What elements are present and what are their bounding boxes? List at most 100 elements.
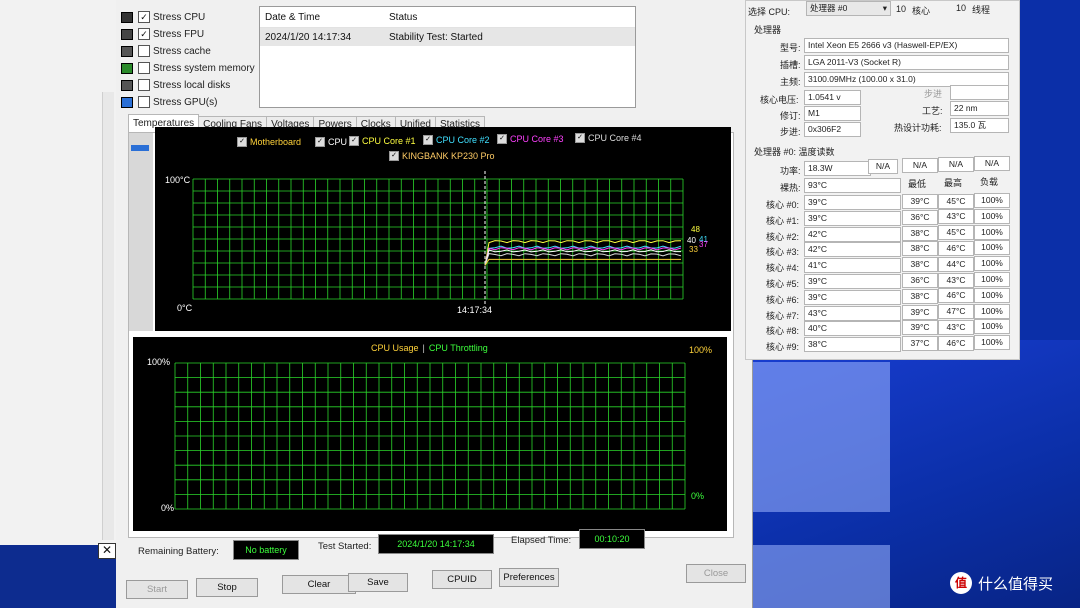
usage-y-bottom-left: 0% — [161, 503, 175, 513]
stress-checkbox[interactable] — [138, 79, 150, 91]
core-temp: 40°C — [804, 321, 901, 337]
start-button[interactable]: Start — [126, 580, 188, 599]
cpu-select-dropdown[interactable]: 处理器 #0 ▾ — [806, 1, 891, 16]
test-started-value: 2024/1/20 14:17:34 — [378, 534, 494, 554]
core-temp: 42°C — [804, 226, 901, 242]
preferences-button[interactable]: Preferences — [499, 568, 559, 587]
power-na-2: N/A — [902, 158, 938, 173]
core-max-temp: 47°C — [938, 304, 974, 320]
stability-test-window: ✓ Stress CPU ✓ Stress FPU Stress cache Stress… — [116, 0, 753, 608]
core-min-temp: 39°C — [902, 304, 938, 320]
core-min-temp: 39°C — [902, 320, 938, 336]
package-label: 裸热: — [780, 183, 801, 193]
stress-checkbox[interactable] — [138, 45, 150, 57]
elapsed-label: Elapsed Time: — [511, 535, 572, 546]
close-button[interactable]: Close — [686, 564, 746, 583]
stress-option-label: Stress GPU(s) — [153, 96, 218, 108]
clock-label: 主频: — [780, 77, 801, 87]
core-label: 核心 #2: — [766, 231, 800, 242]
threads-count: 10 — [956, 3, 967, 13]
save-button[interactable]: Save — [348, 573, 408, 592]
cache-icon — [120, 45, 133, 58]
package-value: 93°C — [804, 178, 901, 193]
core-load: 100% — [974, 319, 1010, 335]
usage-y-bottom-right: 0% — [691, 491, 705, 501]
core-max-temp: 43°C — [938, 209, 974, 225]
temp-end-label: 37 — [699, 240, 708, 249]
usage-y-top-left: 100% — [147, 357, 171, 367]
stress-checkbox[interactable]: ✓ — [138, 11, 150, 23]
stepping-empty — [950, 85, 1009, 100]
processor-section-title: 处理器 — [754, 25, 782, 35]
site-watermark: 值 什么值得买 — [950, 572, 1053, 594]
temp-end-label: 40 — [687, 236, 696, 245]
core-max-temp: 46°C — [938, 288, 974, 304]
background-window — [0, 0, 116, 545]
model-value: Intel Xeon E5 2666 v3 (Haswell-EP/EX) — [804, 38, 1009, 53]
core-max-temp: 44°C — [938, 256, 974, 272]
core-load: 100% — [974, 303, 1010, 319]
log-col-date[interactable]: Date & Time — [260, 12, 389, 23]
core-label: 核心 #1: — [766, 215, 800, 226]
stress-option[interactable]: Stress local disks — [120, 77, 230, 93]
core-min-temp: 38°C — [902, 225, 938, 241]
temps-section-title: 处理器 #0: 温度读数 — [754, 147, 835, 157]
stress-options: ✓ Stress CPU ✓ Stress FPU Stress cache Stress… — [120, 9, 260, 109]
clear-button[interactable]: Clear — [282, 575, 356, 594]
core-max-temp: 46°C — [938, 335, 974, 351]
stress-checkbox[interactable] — [138, 96, 150, 108]
power-na-1: N/A — [868, 159, 898, 174]
stop-button[interactable]: Stop — [196, 578, 258, 597]
core-load: 100% — [974, 256, 1010, 272]
tab-panel: ✓ Motherboard ✓ CPU ✓ CPU Core #1 ✓ CPU Core #2… — [128, 127, 734, 538]
log-col-status[interactable]: Status — [389, 12, 417, 23]
memory-icon — [120, 62, 133, 75]
core-max-temp: 43°C — [938, 272, 974, 288]
socket-label: 插槽: — [780, 60, 801, 70]
core-temp: 39°C — [804, 195, 901, 210]
core-load: 100% — [974, 272, 1010, 287]
close-icon[interactable]: ✕ — [98, 543, 116, 559]
stress-option-label: Stress cache — [153, 45, 211, 57]
core-min-temp: 38°C — [902, 257, 938, 273]
core-label: 核心 #7: — [766, 310, 800, 321]
stress-checkbox[interactable] — [138, 62, 150, 74]
core-min-temp: 37°C — [902, 336, 938, 352]
col-load: 负载 — [980, 177, 999, 187]
fpu-icon — [120, 28, 133, 41]
stress-option[interactable]: Stress cache — [120, 43, 211, 59]
log-row-date: 2024/1/20 14:17:34 — [265, 31, 352, 43]
core-load: 100% — [974, 240, 1010, 256]
gpu-icon — [120, 96, 133, 109]
core-min-temp: 36°C — [902, 209, 938, 225]
core-load: 100% — [974, 193, 1010, 208]
core-max-temp: 45°C — [938, 193, 974, 209]
temperature-chart: ✓ Motherboard ✓ CPU ✓ CPU Core #1 ✓ CPU Core #2… — [155, 127, 731, 331]
stress-option[interactable]: Stress system memory — [120, 60, 255, 76]
stress-option[interactable]: ✓ Stress FPU — [120, 26, 204, 42]
core-load: 100% — [974, 335, 1010, 351]
cpuid-button[interactable]: CPUID — [432, 570, 492, 589]
stress-option[interactable]: Stress GPU(s) — [120, 94, 217, 110]
power-label: 功率: — [780, 166, 801, 176]
tdp-value: 135.0 瓦 — [950, 118, 1009, 133]
vertical-scrollbar[interactable] — [102, 92, 114, 540]
sensor-list[interactable] — [129, 133, 153, 331]
cores-count: 10 — [896, 4, 907, 14]
log-row[interactable]: 2024/1/20 14:17:34 Stability Test: Start… — [260, 28, 635, 46]
power-na-3: N/A — [938, 157, 974, 172]
usage-y-top-right: 100% — [689, 345, 713, 355]
step-label: 步进: — [780, 127, 801, 137]
selected-sensor-marker — [131, 145, 149, 151]
stress-option[interactable]: ✓ Stress CPU — [120, 9, 205, 25]
test-started-label: Test Started: — [318, 541, 372, 552]
core-load: 100% — [974, 224, 1010, 240]
stress-checkbox[interactable]: ✓ — [138, 28, 150, 40]
core-load: 100% — [974, 208, 1010, 224]
cores-label: 核心 — [912, 6, 931, 16]
core-temp: 38°C — [804, 337, 901, 353]
cpu-select-value: 处理器 #0 — [810, 3, 848, 13]
temperature-plot — [192, 171, 684, 305]
log-header: Date & Time Status — [260, 7, 635, 28]
voltage-value: 1.0541 v — [804, 90, 861, 105]
